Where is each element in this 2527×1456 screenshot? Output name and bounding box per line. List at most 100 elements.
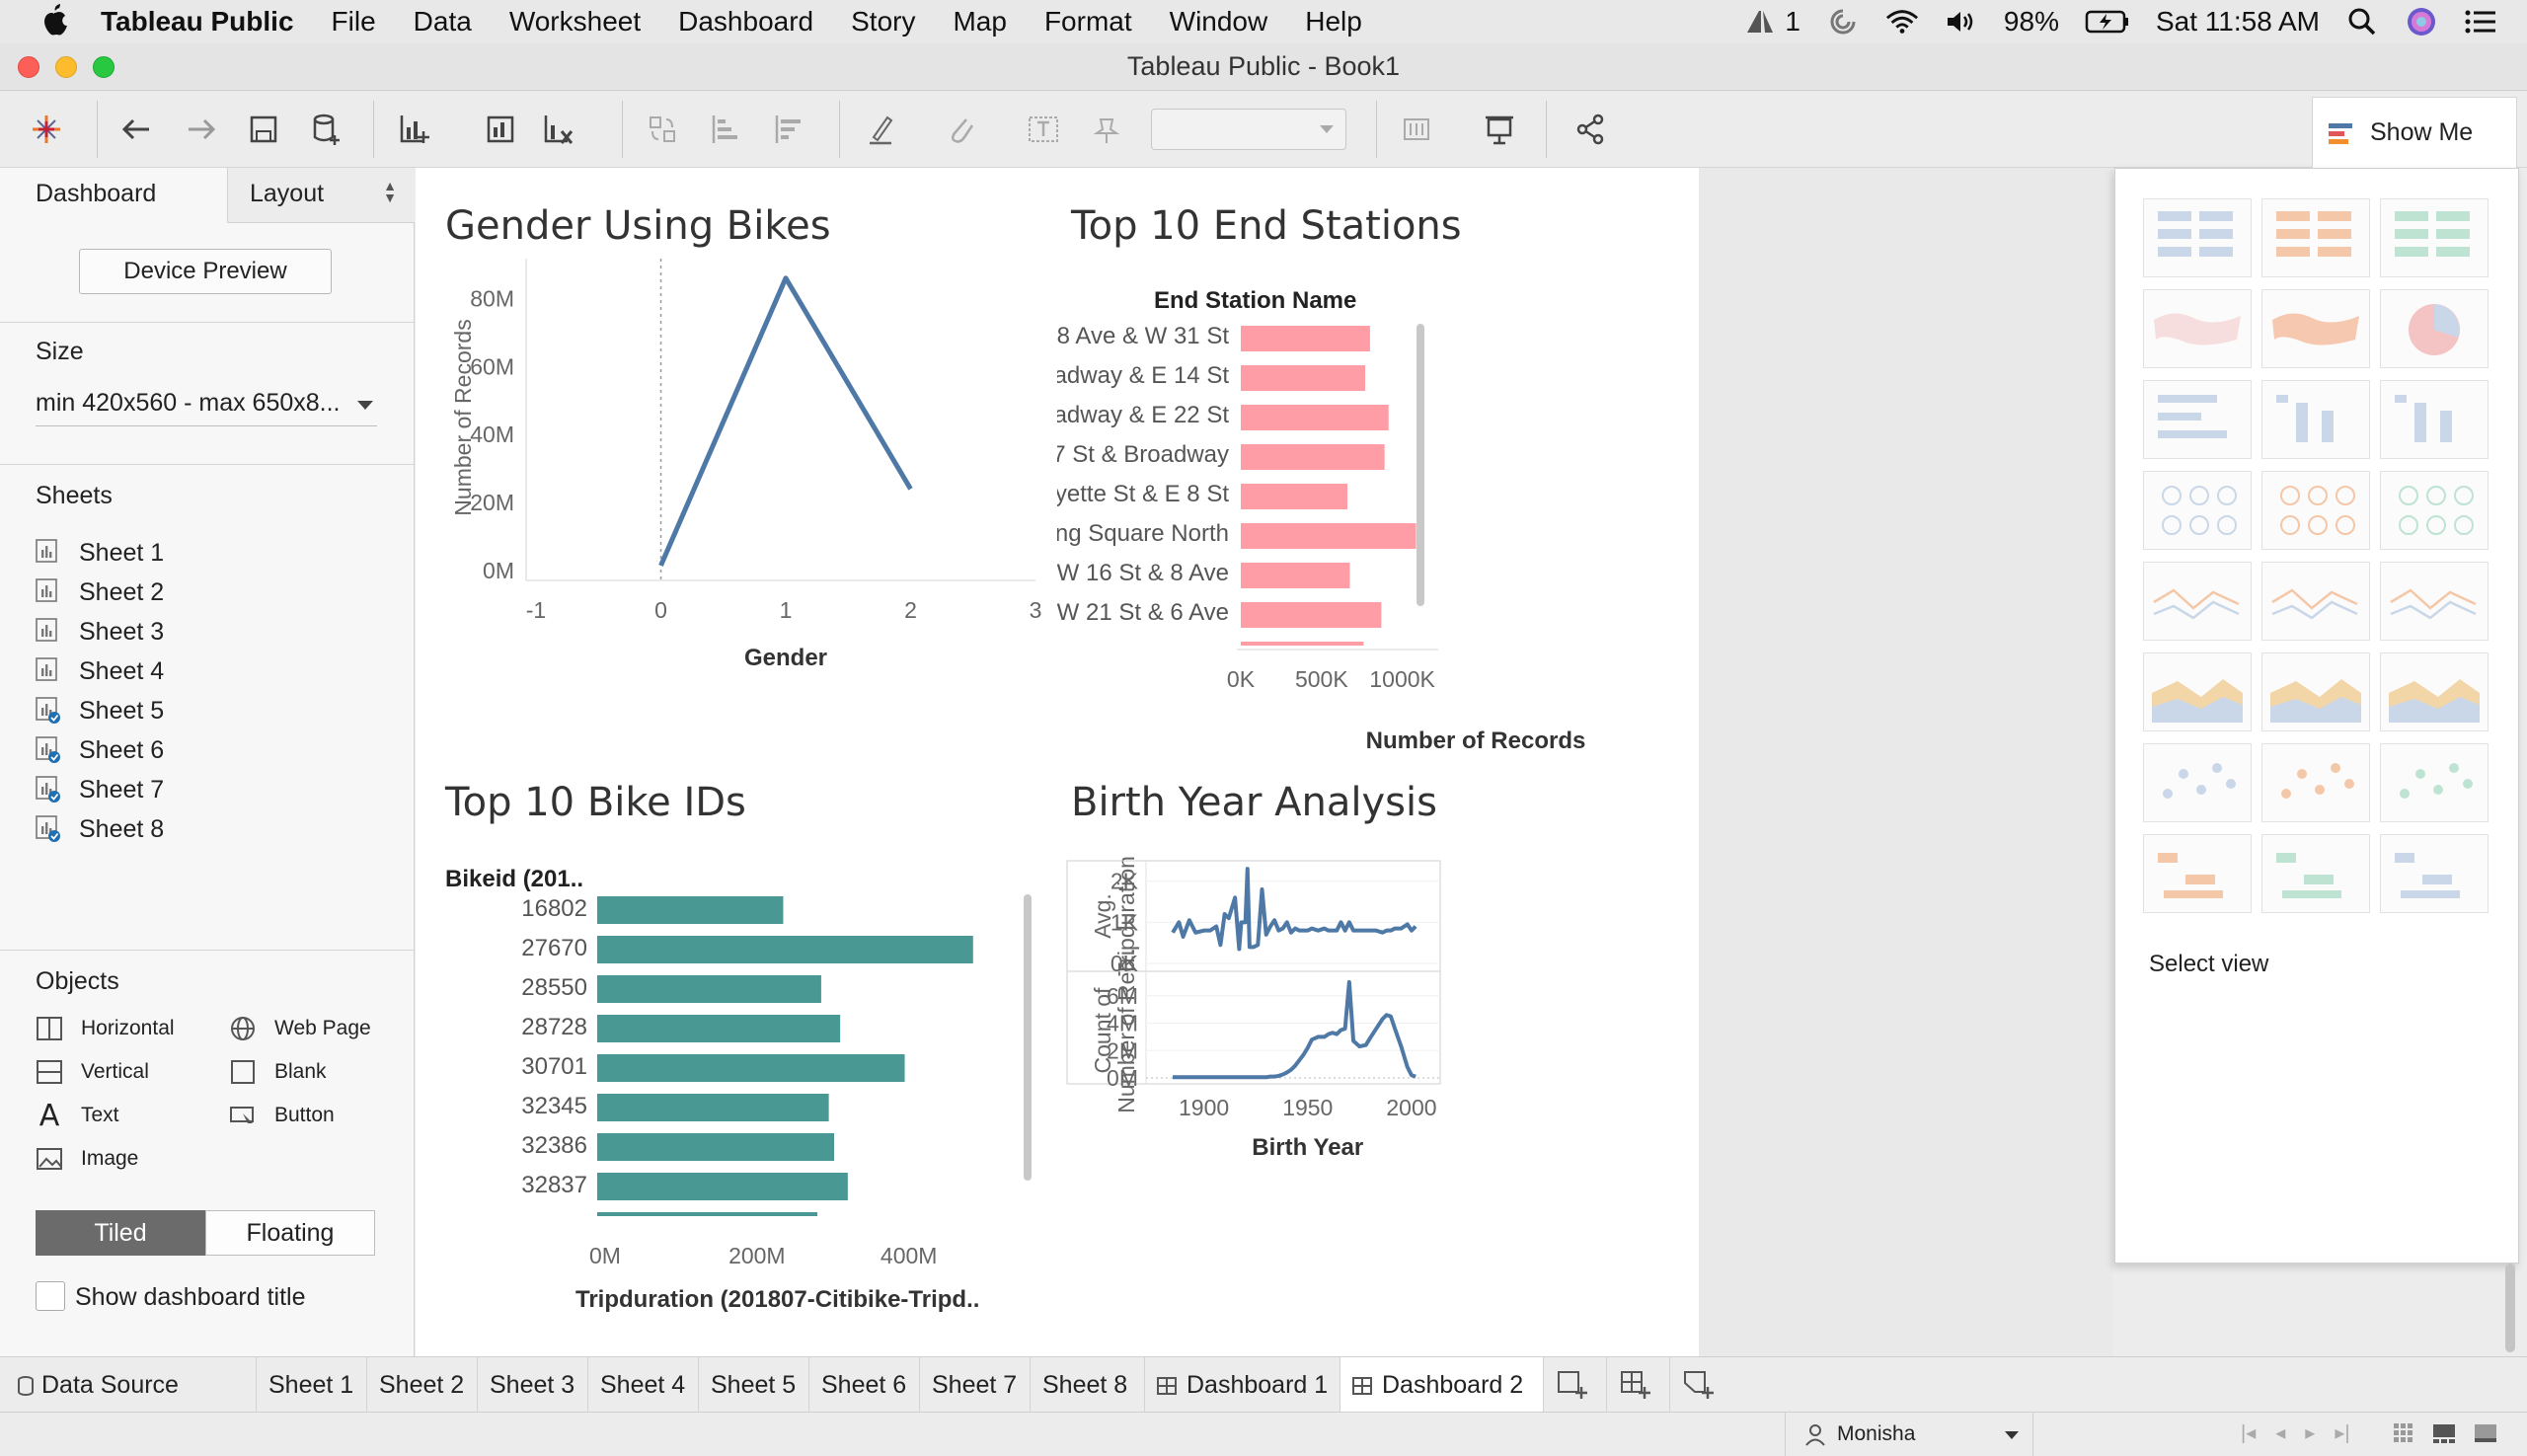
group-members-icon[interactable] xyxy=(938,107,983,152)
tab-layout[interactable]: Layout ▲ ▼ xyxy=(227,168,415,223)
object-blank[interactable]: Blank xyxy=(229,1058,327,1086)
device-preview-button[interactable]: Device Preview xyxy=(79,249,332,294)
show-me-bullet-graph[interactable] xyxy=(2261,834,2370,913)
end-stations-chart[interactable]: End Station Name Number of Records 8 Ave… xyxy=(1057,267,1699,760)
show-me-side-by-side-circles[interactable] xyxy=(2380,471,2489,550)
show-me-packed-bubbles[interactable] xyxy=(2380,834,2489,913)
volume-icon[interactable] xyxy=(1945,7,1978,37)
show-me-lines-discrete[interactable] xyxy=(2261,562,2370,641)
menu-window[interactable]: Window xyxy=(1170,6,1268,38)
bike-id-bar[interactable] xyxy=(597,1094,829,1121)
adobe-icon[interactable] xyxy=(1743,7,1777,37)
end-station-bar[interactable] xyxy=(1241,405,1389,430)
tab-dashboard-2[interactable]: Dashboard 2 xyxy=(1340,1357,1544,1413)
sheet-item-1[interactable]: Sheet 1 xyxy=(36,535,164,571)
bike-id-bar[interactable] xyxy=(597,1173,848,1200)
new-dashboard-tab-button[interactable] xyxy=(1607,1357,1670,1413)
tab-dashboard-1[interactable]: Dashboard 1 xyxy=(1145,1357,1340,1413)
sheet-item-7[interactable]: Sheet 7 xyxy=(36,772,164,807)
new-data-source-icon[interactable] xyxy=(304,107,349,152)
show-me-highlight-table[interactable] xyxy=(2380,198,2489,277)
sheet-item-8[interactable]: Sheet 8 xyxy=(36,811,164,847)
show-me-circle-views[interactable] xyxy=(2261,471,2370,550)
tabs-view-icon[interactable] xyxy=(2474,1422,2497,1444)
sort-ascending-icon[interactable] xyxy=(703,107,748,152)
battery-icon[interactable] xyxy=(2085,7,2130,37)
show-me-box-and-whisker[interactable] xyxy=(2380,743,2489,822)
show-cards-icon[interactable] xyxy=(1396,107,1441,152)
tab-sheet-4[interactable]: Sheet 4 xyxy=(588,1357,699,1413)
show-me-lines-continuous[interactable] xyxy=(2143,562,2252,641)
birth-year-chart[interactable]: Avg. Tripduration Count of Number of Rec… xyxy=(1057,849,1699,1356)
swap-rows-columns-icon[interactable] xyxy=(640,107,685,152)
tiled-toggle[interactable]: Tiled xyxy=(36,1210,205,1256)
bike-ids-scrollbar[interactable] xyxy=(1024,894,1032,1181)
apple-icon[interactable] xyxy=(38,4,71,39)
bike-ids-chart[interactable]: Bikeid (201.. Tripduration (201807-Citib… xyxy=(416,849,1047,1356)
next-sheet-icon[interactable]: ▸ xyxy=(2305,1420,2315,1445)
tab-sheet-7[interactable]: Sheet 7 xyxy=(920,1357,1031,1413)
end-station-bar[interactable] xyxy=(1241,326,1370,351)
end-station-bar[interactable] xyxy=(1241,602,1382,628)
gender-series-line[interactable] xyxy=(658,275,913,567)
vertical-scrollbar[interactable] xyxy=(2505,1264,2515,1352)
show-me-heat-map[interactable] xyxy=(2261,198,2370,277)
tab-sheet-6[interactable]: Sheet 6 xyxy=(809,1357,920,1413)
show-mark-labels-icon[interactable] xyxy=(1021,107,1066,152)
bike-id-bar[interactable] xyxy=(597,1133,834,1161)
show-me-scatter-plot[interactable] xyxy=(2143,743,2252,822)
menu-worksheet[interactable]: Worksheet xyxy=(509,6,641,38)
object-text[interactable]: A Text xyxy=(36,1099,119,1133)
menu-dashboard[interactable]: Dashboard xyxy=(678,6,813,38)
creative-cloud-icon[interactable] xyxy=(1826,7,1860,37)
tab-sheet-8[interactable]: Sheet 8 xyxy=(1031,1357,1145,1413)
tab-sheet-2[interactable]: Sheet 2 xyxy=(367,1357,478,1413)
end-station-bar[interactable] xyxy=(1241,365,1365,391)
redo-icon[interactable] xyxy=(178,107,223,152)
show-me-area-discrete[interactable] xyxy=(2261,652,2370,731)
show-me-symbol-map[interactable] xyxy=(2143,289,2252,368)
gender-chart[interactable]: Number of Records Gender 80M60M40M20M0M … xyxy=(416,259,1047,772)
tab-dashboard[interactable]: Dashboard xyxy=(0,168,227,223)
bike-id-bar[interactable] xyxy=(597,896,784,924)
show-me-side-by-side-bars[interactable] xyxy=(2380,380,2489,459)
floating-toggle[interactable]: Floating xyxy=(205,1210,375,1256)
wifi-icon[interactable] xyxy=(1885,7,1919,37)
tab-sheet-1[interactable]: Sheet 1 xyxy=(257,1357,367,1413)
tab-sheet-3[interactable]: Sheet 3 xyxy=(478,1357,588,1413)
show-me-histogram[interactable] xyxy=(2261,743,2370,822)
show-me-text-table[interactable] xyxy=(2143,198,2252,277)
filmstrip-view-icon[interactable] xyxy=(2432,1422,2456,1444)
show-me-pie-chart[interactable] xyxy=(2380,289,2489,368)
last-sheet-icon[interactable]: ▸| xyxy=(2335,1420,2349,1445)
sheet-item-2[interactable]: Sheet 2 xyxy=(36,575,164,610)
record-count-line[interactable] xyxy=(1173,979,1417,1080)
clear-sheet-icon[interactable] xyxy=(535,107,580,152)
sheet-item-4[interactable]: Sheet 4 xyxy=(36,653,164,689)
menu-story[interactable]: Story xyxy=(851,6,915,38)
end-station-bar[interactable] xyxy=(1241,444,1385,470)
clock[interactable]: Sat 11:58 AM xyxy=(2156,6,2320,38)
show-me-horizontal-bars[interactable] xyxy=(2143,380,2252,459)
user-dropdown[interactable]: Monisha xyxy=(1785,1413,2033,1456)
save-icon[interactable] xyxy=(241,107,286,152)
end-station-bar[interactable] xyxy=(1241,563,1350,588)
undo-icon[interactable] xyxy=(115,107,160,152)
first-sheet-icon[interactable]: |◂ xyxy=(2241,1420,2256,1445)
sort-descending-icon[interactable] xyxy=(766,107,811,152)
siri-icon[interactable] xyxy=(2405,7,2438,37)
menu-format[interactable]: Format xyxy=(1044,6,1132,38)
tableau-logo-icon[interactable] xyxy=(24,107,69,152)
menu-map[interactable]: Map xyxy=(953,6,1006,38)
duplicate-sheet-icon[interactable] xyxy=(478,107,523,152)
new-worksheet-icon[interactable] xyxy=(391,107,436,152)
share-icon[interactable] xyxy=(1568,107,1613,152)
object-horizontal[interactable]: Horizontal xyxy=(36,1015,175,1042)
show-me-treemap[interactable] xyxy=(2143,471,2252,550)
show-me-dual-lines[interactable] xyxy=(2380,562,2489,641)
end-station-bar[interactable] xyxy=(1241,484,1347,509)
object-vertical[interactable]: Vertical xyxy=(36,1058,149,1086)
tab-data-source[interactable]: Data Source xyxy=(0,1357,257,1413)
bike-id-bar[interactable] xyxy=(597,1015,841,1042)
show-dashboard-title-checkbox[interactable] xyxy=(36,1281,65,1311)
